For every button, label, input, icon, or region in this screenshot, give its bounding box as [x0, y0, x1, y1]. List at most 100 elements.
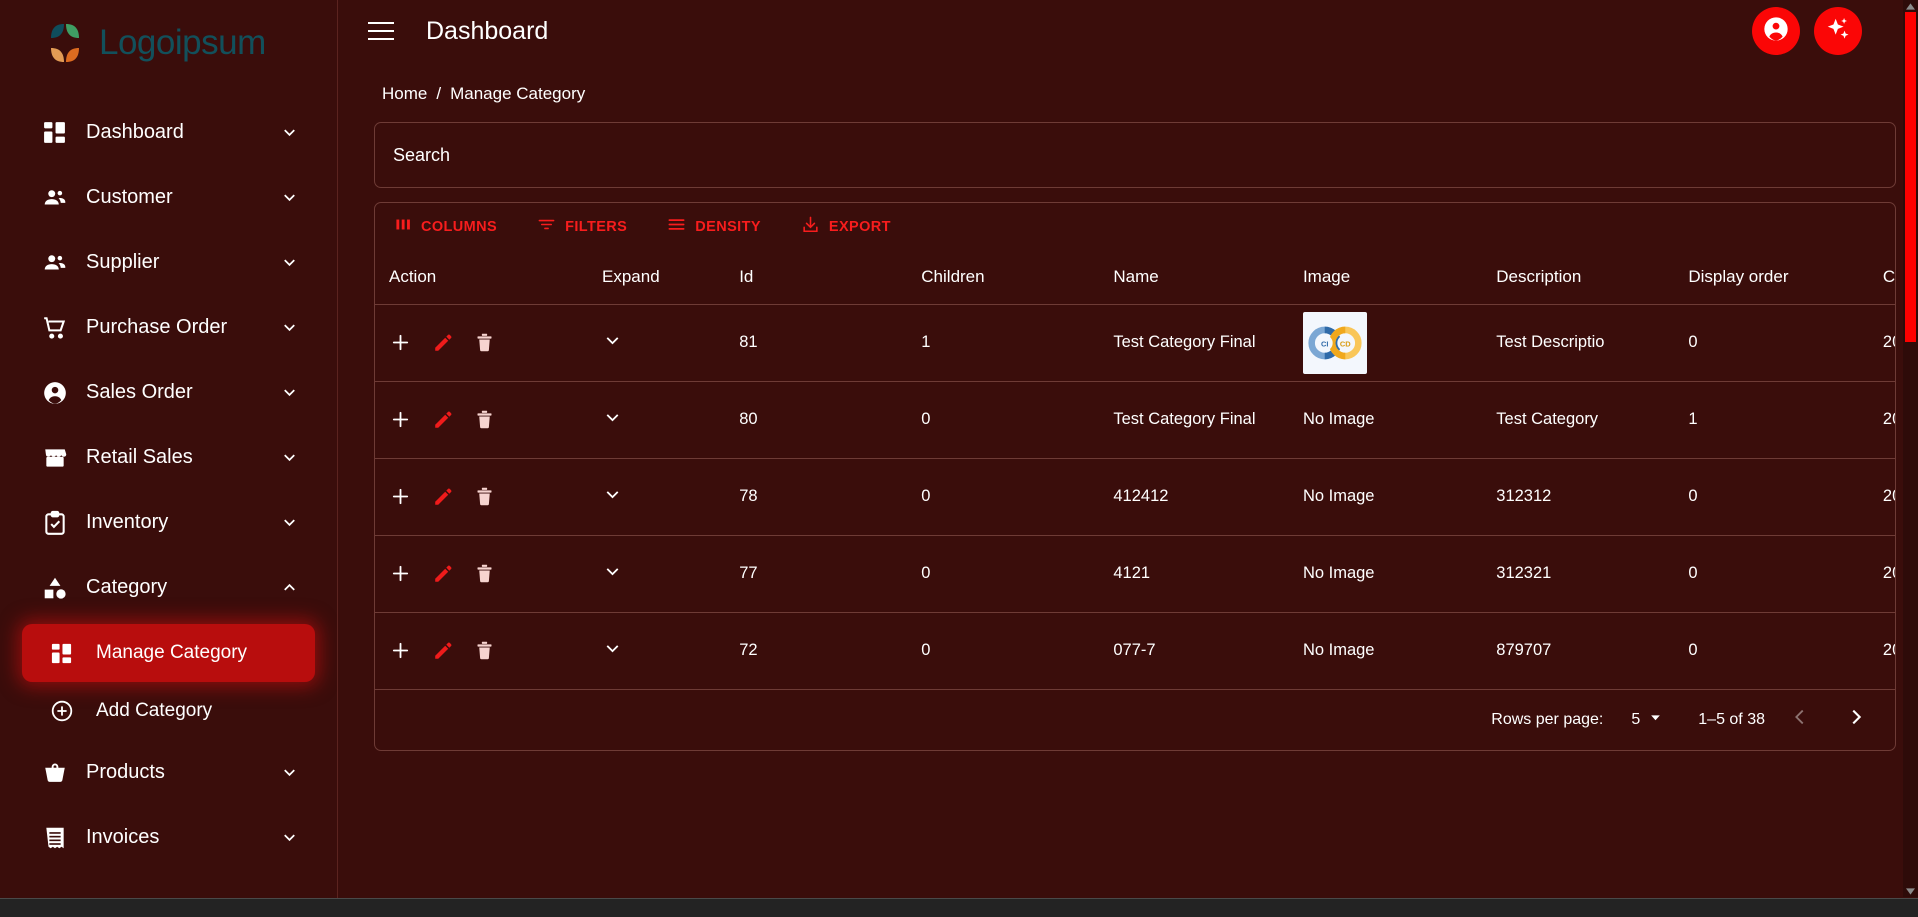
add-icon[interactable] [389, 331, 412, 354]
sidebar-item-customer[interactable]: Customer [0, 165, 337, 230]
chevron-down-icon[interactable] [279, 188, 299, 208]
sidebar-item-label: Manage Category [96, 642, 248, 663]
cell-created: 20 [1882, 612, 1895, 690]
add-icon[interactable] [389, 485, 412, 508]
cell-display-order: 1 [1688, 381, 1883, 459]
sidebar-item-purchase-order[interactable]: Purchase Order [0, 295, 337, 360]
chevron-down-icon[interactable] [279, 828, 299, 848]
edit-icon[interactable] [432, 486, 454, 508]
sidebar: Logoipsum Dashboard Customer Supplier Pu… [0, 0, 338, 917]
cell-name: 4121 [1113, 535, 1303, 613]
column-header-image[interactable]: Image [1302, 250, 1497, 305]
account-button[interactable] [1752, 7, 1800, 55]
chevron-down-icon[interactable] [279, 253, 299, 273]
rows-per-page-select[interactable]: 5 [1631, 711, 1662, 729]
column-header-id[interactable]: Id [739, 250, 922, 305]
column-header-created[interactable]: Cr [1882, 250, 1895, 305]
edit-icon[interactable] [432, 409, 454, 431]
ai-assistant-button[interactable] [1814, 7, 1862, 55]
sidebar-item-retail-sales[interactable]: Retail Sales [0, 425, 337, 490]
table-row[interactable]: 78 0 412412 No Image 312312 0 20 [375, 458, 1895, 536]
table-row[interactable]: 72 0 077-7 No Image 879707 0 20 [375, 612, 1895, 690]
scrollbar-thumb[interactable] [1905, 12, 1916, 342]
chevron-up-icon[interactable] [279, 578, 299, 598]
storefront-icon [42, 445, 72, 471]
previous-page-button[interactable] [1779, 699, 1821, 741]
delete-icon[interactable] [474, 640, 495, 661]
scroll-up-arrow-icon[interactable] [1903, 0, 1918, 12]
table-row[interactable]: 77 0 4121 No Image 312321 0 20 [375, 535, 1895, 613]
cart-icon [42, 315, 72, 341]
export-button[interactable]: EXPORT [793, 210, 899, 243]
rows-per-page-label: Rows per page: [1491, 710, 1604, 728]
sidebar-item-add-category[interactable]: Add Category [22, 682, 315, 740]
delete-icon[interactable] [474, 563, 495, 584]
expand-row-button[interactable] [602, 638, 623, 659]
chevron-down-icon[interactable] [279, 763, 299, 783]
sidebar-item-invoices[interactable]: Invoices [0, 805, 337, 870]
add-icon[interactable] [389, 639, 412, 662]
cell-action [375, 381, 602, 459]
expand-row-button[interactable] [602, 407, 623, 428]
cell-description: Test Descriptio [1496, 304, 1689, 382]
table-row[interactable]: 80 0 Test Category Final No Image Test C… [375, 381, 1895, 459]
delete-icon[interactable] [474, 486, 495, 507]
column-header-description[interactable]: Description [1496, 250, 1689, 305]
chevron-down-icon[interactable] [279, 383, 299, 403]
cell-action [375, 304, 602, 382]
expand-row-button[interactable] [602, 561, 623, 582]
cell-created: 20 [1882, 381, 1895, 459]
top-bar: Dashboard [338, 0, 1918, 62]
scroll-down-arrow-icon[interactable] [1903, 885, 1918, 897]
hamburger-menu-icon[interactable] [368, 14, 402, 48]
column-header-display-order[interactable]: Display order [1688, 250, 1883, 305]
sidebar-item-sales-order[interactable]: Sales Order [0, 360, 337, 425]
expand-row-button[interactable] [602, 330, 623, 351]
next-page-button[interactable] [1835, 699, 1877, 741]
chevron-down-icon[interactable] [279, 448, 299, 468]
cell-children: 0 [921, 458, 1114, 536]
columns-button[interactable]: COLUMNS [387, 211, 505, 242]
page-scrollbar[interactable] [1903, 0, 1918, 897]
sidebar-item-label: Customer [86, 186, 173, 208]
breadcrumb-home[interactable]: Home [382, 84, 427, 104]
filters-button[interactable]: FILTERS [529, 210, 635, 243]
expand-row-button[interactable] [602, 484, 623, 505]
download-icon [801, 215, 820, 238]
chevron-down-icon[interactable] [279, 513, 299, 533]
people-icon [42, 185, 72, 211]
add-icon[interactable] [389, 408, 412, 431]
cell-expand [602, 381, 740, 459]
sidebar-item-inventory[interactable]: Inventory [0, 490, 337, 555]
sidebar-item-products[interactable]: Products [0, 740, 337, 805]
delete-icon[interactable] [474, 332, 495, 353]
brand-logo[interactable]: Logoipsum [0, 0, 337, 86]
people-icon [42, 250, 72, 276]
column-header-expand[interactable]: Expand [602, 250, 740, 305]
search-field[interactable]: Search [374, 122, 1896, 188]
app-root: Logoipsum Dashboard Customer Supplier Pu… [0, 0, 1918, 917]
column-header-children[interactable]: Children [921, 250, 1114, 305]
export-label: EXPORT [828, 218, 891, 235]
cell-name: Test Category Final [1113, 381, 1303, 459]
sidebar-item-supplier[interactable]: Supplier [0, 230, 337, 295]
sidebar-item-category[interactable]: Category [0, 555, 337, 620]
density-label: DENSITY [695, 218, 761, 235]
add-icon[interactable] [389, 562, 412, 585]
svg-text:CI: CI [1321, 339, 1328, 348]
chevron-down-icon[interactable] [279, 123, 299, 143]
delete-icon[interactable] [474, 409, 495, 430]
sidebar-item-manage-category[interactable]: Manage Category [22, 624, 315, 682]
table-row[interactable]: 81 1 Test Category Final CI CD Test Desc… [375, 304, 1895, 382]
column-header-action[interactable]: Action [375, 250, 602, 305]
cell-children: 1 [921, 304, 1114, 382]
column-header-name[interactable]: Name [1113, 250, 1303, 305]
edit-icon[interactable] [432, 332, 454, 354]
density-button[interactable]: DENSITY [659, 210, 769, 243]
cell-image: CI CD [1302, 304, 1497, 382]
chevron-down-icon[interactable] [279, 318, 299, 338]
table-head: Action Expand Id Children Name Image Des… [375, 250, 1895, 305]
sidebar-item-dashboard[interactable]: Dashboard [0, 100, 337, 165]
edit-icon[interactable] [432, 640, 454, 662]
edit-icon[interactable] [432, 563, 454, 585]
